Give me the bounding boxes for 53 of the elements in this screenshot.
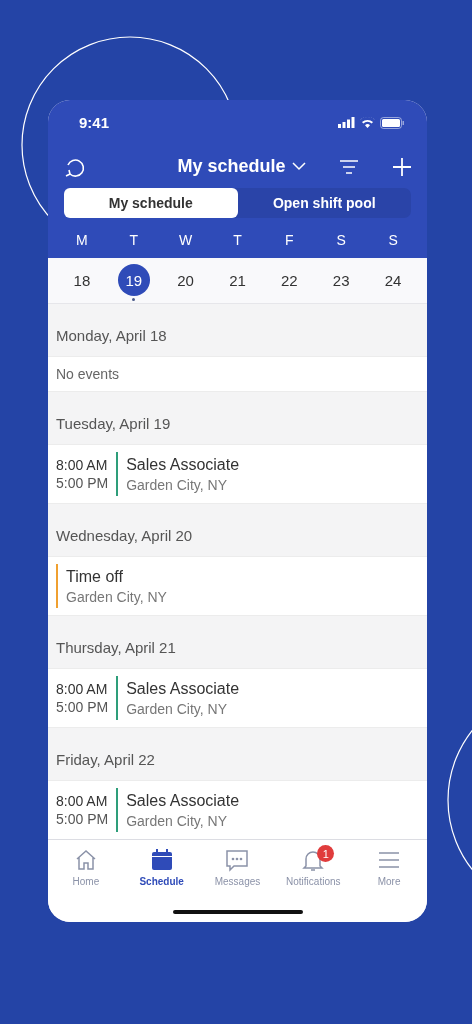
time-off-title: Time off	[66, 567, 124, 586]
weekday-label: F	[284, 232, 295, 248]
weekday-label: S	[335, 232, 347, 248]
date-button[interactable]: 24	[377, 264, 410, 296]
notification-badge: 1	[317, 845, 335, 862]
weekday-label: S	[387, 232, 399, 248]
date-button[interactable]: 23	[325, 264, 358, 296]
nav-tab[interactable]: Schedule	[123, 848, 200, 887]
start-time: 8:00 AM	[56, 457, 109, 473]
start-time: 8:00 AM	[56, 793, 109, 809]
date-button[interactable]: 18	[65, 264, 98, 296]
battery-icon	[380, 116, 405, 129]
shift-title: Sales Associate	[126, 455, 240, 474]
shift-title: Sales Associate	[126, 791, 240, 810]
day-heading: Wednesday, April 20	[56, 527, 193, 544]
shift-location: Garden City, NY	[126, 812, 229, 829]
shift-location: Garden City, NY	[126, 700, 229, 717]
schedule-dropdown[interactable]: My schedule	[96, 155, 329, 178]
date-button[interactable]: 21	[221, 264, 254, 296]
shift-item[interactable]: 8:00 AM 5:00 PM Sales Associate Garden City, NY	[48, 444, 427, 504]
weekday-label: W	[178, 232, 194, 248]
day-heading: Friday, April 22	[56, 751, 155, 768]
chevron-down-icon	[291, 162, 306, 171]
weekday-label: M	[75, 232, 89, 248]
shift-title: Sales Associate	[126, 679, 240, 698]
calendar-icon	[149, 848, 174, 872]
day-heading: Thursday, April 21	[56, 639, 176, 656]
weekday-label: T	[232, 232, 243, 248]
segment-tab[interactable]: Open shift pool	[237, 188, 411, 218]
day-heading: Tuesday, April 19	[56, 415, 171, 432]
add-button[interactable]	[393, 157, 411, 176]
shift-location: Garden City, NY	[126, 476, 229, 493]
chat-icon	[225, 848, 250, 872]
empty-message: No events	[56, 366, 120, 382]
status-time: 9:41	[79, 114, 110, 131]
start-time: 8:00 AM	[56, 681, 109, 697]
end-time: 5:00 PM	[56, 699, 109, 715]
wifi-icon	[360, 117, 375, 128]
date-button[interactable]: 19	[117, 264, 150, 296]
date-button[interactable]: 20	[169, 264, 202, 296]
day-heading: Monday, April 18	[56, 327, 167, 344]
shift-item[interactable]: 8:00 AM 5:00 PM Sales Associate Garden City, NY	[48, 668, 427, 728]
filter-button[interactable]	[339, 158, 359, 175]
weekday-label: T	[128, 232, 140, 248]
shift-item[interactable]: 8:00 AM 5:00 PM Sales Associate Garden City, NY	[48, 780, 427, 839]
time-off-item[interactable]: Time off Garden City, NY	[48, 556, 427, 616]
date-button[interactable]: 22	[273, 264, 306, 296]
nav-tab[interactable]: Notifications 1	[275, 848, 352, 887]
end-time: 5:00 PM	[56, 475, 109, 491]
signal-icon	[338, 117, 355, 128]
end-time: 5:00 PM	[56, 811, 109, 827]
segment-tab[interactable]: My schedule	[64, 188, 238, 218]
time-off-location: Garden City, NY	[66, 588, 167, 605]
